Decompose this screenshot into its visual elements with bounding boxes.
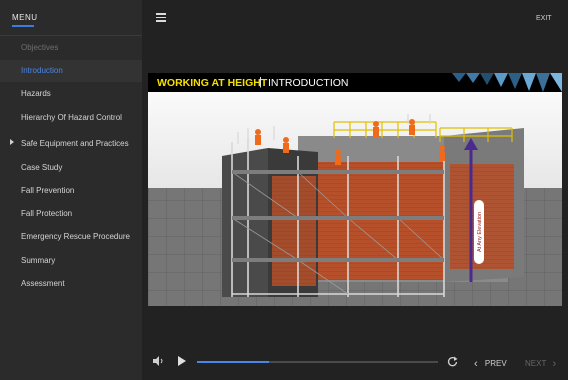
title-bar-decoration bbox=[452, 73, 562, 92]
nav-item-fall-protection[interactable]: Fall Protection bbox=[0, 203, 142, 225]
progress-fill bbox=[197, 361, 270, 363]
nav-item-introduction[interactable]: Introduction bbox=[0, 60, 142, 82]
slide-subtitle: INTRODUCTION bbox=[268, 77, 349, 89]
slide-title: WORKING AT HEIGHT bbox=[157, 77, 268, 89]
nav-item-fall-prevention[interactable]: Fall Prevention bbox=[0, 180, 142, 202]
prev-button[interactable]: ‹ PREV bbox=[474, 357, 507, 370]
exit-button[interactable]: EXIT bbox=[536, 15, 552, 22]
title-divider: | bbox=[259, 76, 262, 88]
scaffolding-scene-image: At Any Elevation bbox=[148, 92, 562, 306]
chevron-right-icon: › bbox=[552, 358, 557, 370]
nav-item-case-study[interactable]: Case Study bbox=[0, 157, 142, 179]
sidebar-menu: MENU Objectives Introduction Hazards Hie… bbox=[0, 0, 142, 380]
nav-item-hazards[interactable]: Hazards bbox=[0, 83, 142, 105]
next-button[interactable]: NEXT › bbox=[525, 357, 557, 370]
menu-divider bbox=[0, 35, 142, 36]
replay-icon[interactable] bbox=[447, 356, 458, 367]
nav-item-emergency-rescue-procedure[interactable]: Emergency Rescue Procedure bbox=[0, 226, 142, 248]
menu-title-underline bbox=[12, 25, 34, 27]
nav-item-summary[interactable]: Summary bbox=[0, 250, 142, 272]
hamburger-icon[interactable] bbox=[156, 13, 166, 22]
nav-item-assessment[interactable]: Assessment bbox=[0, 273, 142, 295]
menu-title: MENU bbox=[12, 13, 38, 22]
nav-item-objectives[interactable]: Objectives bbox=[0, 37, 142, 59]
nav-item-hierarchy-of-hazard-control[interactable]: Hierarchy Of Hazard Control bbox=[0, 107, 142, 129]
nav-item-safe-equipment-and-practices[interactable]: Safe Equipment and Practices bbox=[0, 133, 142, 155]
slide-title-bar: WORKING AT HEIGHT | INTRODUCTION bbox=[148, 73, 562, 92]
expand-caret-icon bbox=[10, 139, 14, 145]
progress-bar[interactable] bbox=[197, 361, 438, 363]
chevron-left-icon: ‹ bbox=[474, 358, 478, 370]
elevation-label: At Any Elevation bbox=[477, 212, 483, 252]
volume-icon[interactable] bbox=[152, 355, 164, 367]
play-icon[interactable] bbox=[177, 355, 187, 367]
